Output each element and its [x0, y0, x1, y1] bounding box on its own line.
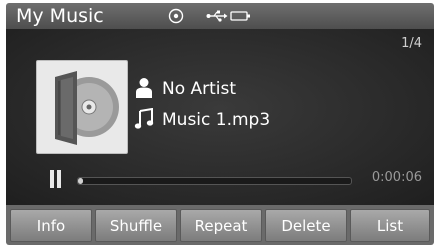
header-bar: My Music [6, 3, 434, 29]
control-bar: Info Shuffle Repeat Delete List [6, 205, 434, 245]
elapsed-time: 0:00:06 [371, 170, 422, 185]
delete-button[interactable]: Delete [265, 209, 347, 242]
music-player-screen: My Music 1/4 No Artist Music 1.mp3 0:00:… [0, 0, 440, 249]
music-note-icon [134, 108, 154, 129]
page-title: My Music [16, 5, 104, 27]
artist-name: No Artist [162, 79, 237, 99]
disc-icon [168, 8, 184, 24]
progress-bar[interactable] [77, 177, 352, 185]
repeat-button[interactable]: Repeat [180, 209, 262, 242]
cd-case-icon [55, 71, 119, 145]
pause-button[interactable] [50, 170, 64, 188]
now-playing-panel: 1/4 No Artist Music 1.mp3 0:00:06 [6, 29, 434, 205]
battery-icon [230, 11, 250, 21]
info-button[interactable]: Info [10, 209, 92, 242]
progress-fill [78, 178, 83, 184]
list-button[interactable]: List [350, 209, 430, 242]
track-counter: 1/4 [401, 36, 422, 51]
pause-icon [50, 170, 54, 188]
shuffle-button[interactable]: Shuffle [95, 209, 177, 242]
album-art [36, 60, 128, 154]
song-title: Music 1.mp3 [162, 110, 271, 130]
artist-icon [136, 78, 152, 98]
usb-icon [206, 10, 228, 22]
